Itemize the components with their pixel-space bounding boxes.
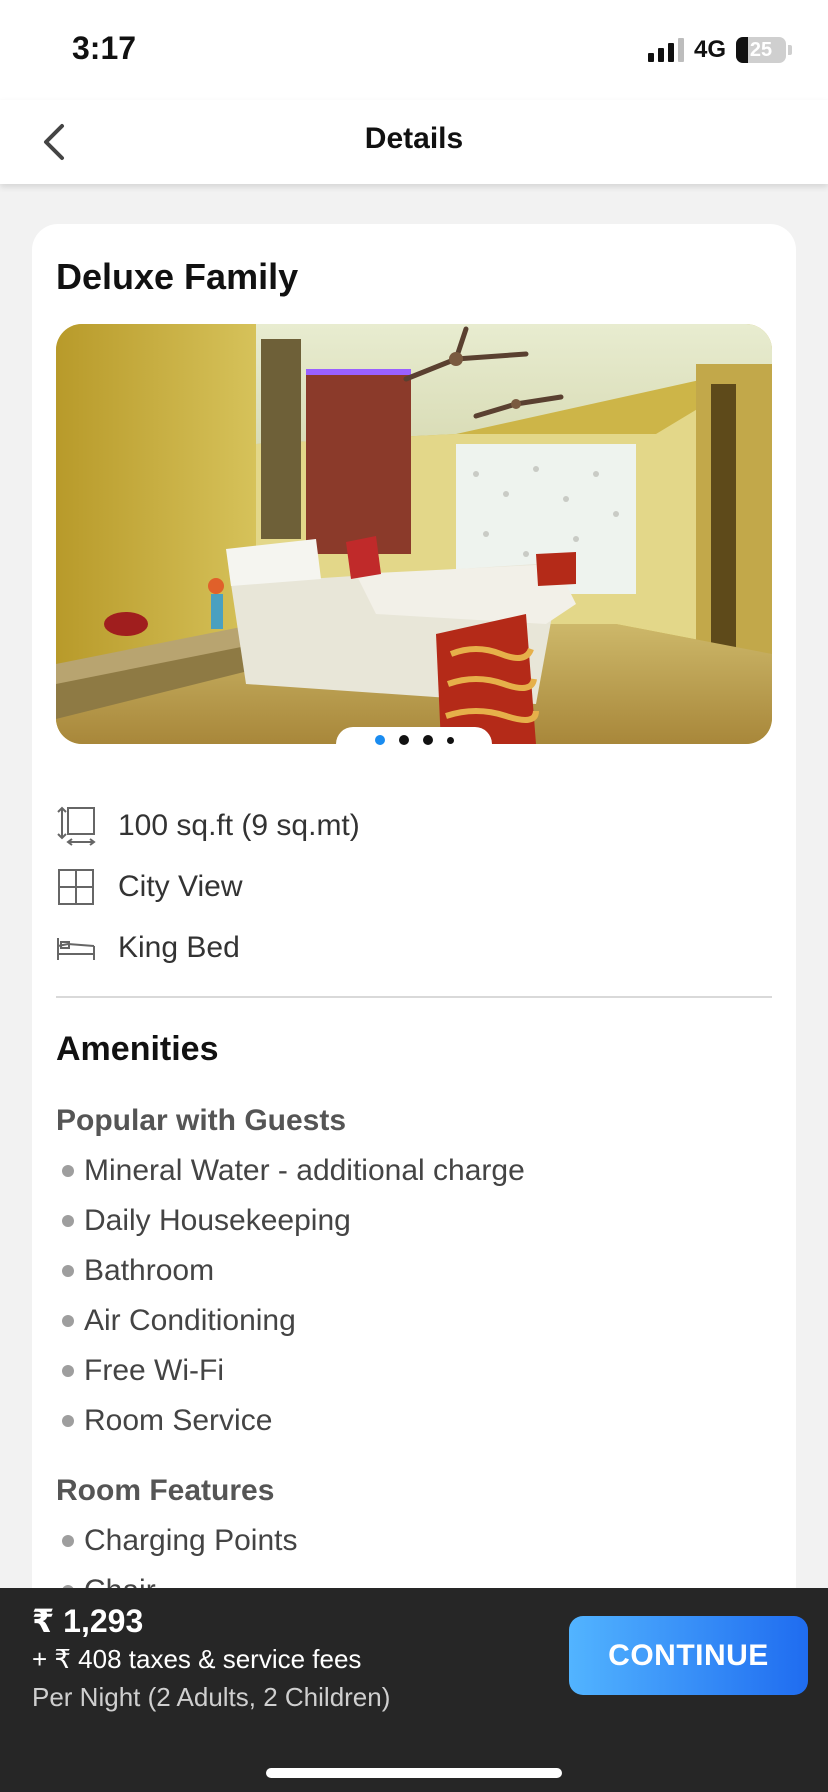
bullet-icon xyxy=(62,1365,74,1377)
bullet-icon xyxy=(62,1315,74,1327)
amenity-item: Air Conditioning xyxy=(56,1304,296,1338)
amenity-item: Bathroom xyxy=(56,1254,214,1288)
carousel-dot-active[interactable] xyxy=(374,735,385,745)
bullet-icon xyxy=(62,1415,74,1427)
status-bar: 3:17 4G 25 xyxy=(0,0,828,100)
status-time: 3:17 xyxy=(72,30,137,66)
carousel-dot[interactable] xyxy=(446,736,454,744)
bullet-icon xyxy=(62,1165,74,1177)
amenity-item: Mineral Water - additional charge xyxy=(56,1154,525,1188)
amenity-group-title: Room Features xyxy=(56,1474,275,1507)
amenity-item: Room Service xyxy=(56,1404,272,1438)
signal-icon xyxy=(647,38,684,62)
bullet-icon xyxy=(62,1265,74,1277)
amenities-heading: Amenities xyxy=(56,1030,219,1068)
network-type: 4G xyxy=(693,36,726,63)
room-details-card: Deluxe Family 100 sq.ft (9 sq.mt) City V… xyxy=(32,224,796,1644)
per-night-guests: Per Night (2 Adults, 2 Children) xyxy=(32,1682,391,1712)
feature-label: King Bed xyxy=(118,931,240,964)
taxes-fees: + ₹ 408 taxes & service fees xyxy=(32,1644,362,1674)
room-photo[interactable] xyxy=(56,324,772,744)
bullet-icon xyxy=(62,1215,74,1227)
battery-icon: 25 xyxy=(736,37,786,63)
feature-label: 100 sq.ft (9 sq.mt) xyxy=(118,809,360,842)
window-icon xyxy=(56,867,96,907)
amenity-item: Free Wi-Fi xyxy=(56,1354,224,1388)
room-name: Deluxe Family xyxy=(56,256,299,297)
feature-bed: King Bed xyxy=(56,926,240,970)
status-indicators: 4G 25 xyxy=(647,36,792,64)
photo-carousel-indicator[interactable] xyxy=(336,727,492,761)
bullet-icon xyxy=(62,1535,74,1547)
battery-level: 25 xyxy=(749,39,773,61)
room-size-icon xyxy=(56,806,96,846)
room-photo-illustration xyxy=(56,324,772,744)
page-title: Details xyxy=(364,122,464,155)
carousel-dot[interactable] xyxy=(422,735,433,745)
amenity-group-title: Popular with Guests xyxy=(56,1104,347,1137)
amenity-item: Charging Points xyxy=(56,1524,297,1558)
continue-button[interactable]: CONTINUE xyxy=(569,1616,808,1695)
bed-icon xyxy=(56,928,96,968)
divider xyxy=(56,996,772,998)
room-price: ₹ 1,293 xyxy=(32,1603,144,1639)
home-indicator[interactable] xyxy=(266,1768,562,1778)
booking-bar: ₹ 1,293 + ₹ 408 taxes & service fees Per… xyxy=(0,1588,828,1792)
feature-view: City View xyxy=(56,865,242,909)
nav-bar: Details xyxy=(0,100,828,184)
amenity-item: Daily Housekeeping xyxy=(56,1204,351,1238)
feature-room-size: 100 sq.ft (9 sq.mt) xyxy=(56,804,360,848)
carousel-dot[interactable] xyxy=(398,735,409,745)
feature-label: City View xyxy=(118,870,243,903)
